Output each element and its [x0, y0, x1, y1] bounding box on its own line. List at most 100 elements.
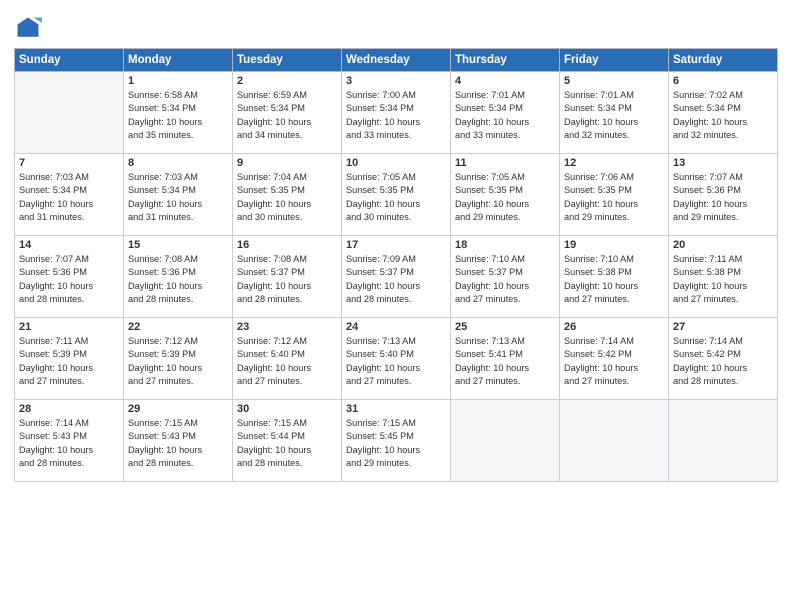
day-number: 19 [564, 239, 664, 251]
calendar-cell: 22Sunrise: 7:12 AM Sunset: 5:39 PM Dayli… [124, 318, 233, 400]
day-number: 7 [19, 157, 119, 169]
day-number: 2 [237, 75, 337, 87]
day-number: 15 [128, 239, 228, 251]
calendar-cell: 25 Sunrise: 7:13 AM Sunset: 5:41 PM Dayli… [451, 318, 560, 400]
calendar-container: SundayMondayTuesdayWednesdayThursdayFrid… [0, 0, 792, 612]
day-number: 10 [346, 157, 446, 169]
day-number: 12 [564, 157, 664, 169]
calendar-cell: 14 Sunrise: 7:07 AM Sunset: 5:36 PM Dayli… [15, 236, 124, 318]
calendar-cell [15, 72, 124, 154]
day-info: Sunrise: 7:11 AM Sunset: 5:39 PM Dayligh… [19, 335, 119, 388]
day-info: Sunrise: 7:12 AM Sunset: 5:40 PM Dayligh… [237, 335, 337, 388]
day-number: 26 [564, 321, 664, 333]
day-info: Sunrise: 7:13 AM Sunset: 5:40 PM Dayligh… [346, 335, 446, 388]
day-info: Sunrise: 7:04 AM Sunset: 5:35 PM Dayligh… [237, 171, 337, 224]
day-number: 23 [237, 321, 337, 333]
day-info: Sunrise: 7:14 AM Sunset: 5:43 PM Dayligh… [19, 417, 119, 470]
calendar-cell [669, 400, 778, 482]
calendar-cell: 6 Sunrise: 7:02 AM Sunset: 5:34 PM Daylig… [669, 72, 778, 154]
day-info: Sunrise: 7:13 AM Sunset: 5:41 PM Dayligh… [455, 335, 555, 388]
day-number: 20 [673, 239, 773, 251]
calendar-cell: 18 Sunrise: 7:10 AM Sunset: 5:37 PM Dayli… [451, 236, 560, 318]
day-number: 8 [128, 157, 228, 169]
day-number: 30 [237, 403, 337, 415]
calendar-cell: 26 Sunrise: 7:14 AM Sunset: 5:42 PM Dayli… [560, 318, 669, 400]
weekday-tuesday: Tuesday [233, 49, 342, 72]
calendar-cell: 12 Sunrise: 7:06 AM Sunset: 5:35 PM Dayli… [560, 154, 669, 236]
day-number: 17 [346, 239, 446, 251]
day-number: 18 [455, 239, 555, 251]
week-row-3: 14 Sunrise: 7:07 AM Sunset: 5:36 PM Dayli… [15, 236, 778, 318]
day-number: 1 [128, 75, 228, 87]
header [14, 10, 778, 42]
day-info: Sunrise: 7:05 AM Sunset: 5:35 PM Dayligh… [455, 171, 555, 224]
weekday-header-row: SundayMondayTuesdayWednesdayThursdayFrid… [15, 49, 778, 72]
weekday-saturday: Saturday [669, 49, 778, 72]
day-info: Sunrise: 7:07 AM Sunset: 5:36 PM Dayligh… [19, 253, 119, 306]
calendar-cell: 17 Sunrise: 7:09 AM Sunset: 5:37 PM Dayli… [342, 236, 451, 318]
day-number: 6 [673, 75, 773, 87]
calendar-cell: 16 Sunrise: 7:08 AM Sunset: 5:37 PM Dayli… [233, 236, 342, 318]
day-info: Sunrise: 7:01 AM Sunset: 5:34 PM Dayligh… [455, 89, 555, 142]
calendar-cell: 5Sunrise: 7:01 AM Sunset: 5:34 PM Daylig… [560, 72, 669, 154]
calendar-cell: 19Sunrise: 7:10 AM Sunset: 5:38 PM Dayli… [560, 236, 669, 318]
day-number: 29 [128, 403, 228, 415]
day-number: 24 [346, 321, 446, 333]
calendar-cell: 9 Sunrise: 7:04 AM Sunset: 5:35 PM Daylig… [233, 154, 342, 236]
day-number: 25 [455, 321, 555, 333]
weekday-thursday: Thursday [451, 49, 560, 72]
day-info: Sunrise: 7:01 AM Sunset: 5:34 PM Dayligh… [564, 89, 664, 142]
day-info: Sunrise: 7:03 AM Sunset: 5:34 PM Dayligh… [19, 171, 119, 224]
calendar-cell: 28 Sunrise: 7:14 AM Sunset: 5:43 PM Dayli… [15, 400, 124, 482]
day-info: Sunrise: 7:10 AM Sunset: 5:37 PM Dayligh… [455, 253, 555, 306]
day-info: Sunrise: 7:14 AM Sunset: 5:42 PM Dayligh… [673, 335, 773, 388]
calendar-cell: 15 Sunrise: 7:08 AM Sunset: 5:36 PM Dayli… [124, 236, 233, 318]
calendar-cell [560, 400, 669, 482]
day-info: Sunrise: 7:12 AM Sunset: 5:39 PM Dayligh… [128, 335, 228, 388]
calendar-cell: 27 Sunrise: 7:14 AM Sunset: 5:42 PM Dayli… [669, 318, 778, 400]
day-number: 28 [19, 403, 119, 415]
day-number: 14 [19, 239, 119, 251]
day-info: Sunrise: 7:02 AM Sunset: 5:34 PM Dayligh… [673, 89, 773, 142]
day-number: 31 [346, 403, 446, 415]
calendar-cell: 10Sunrise: 7:05 AM Sunset: 5:35 PM Dayli… [342, 154, 451, 236]
day-info: Sunrise: 7:06 AM Sunset: 5:35 PM Dayligh… [564, 171, 664, 224]
calendar-cell: 30Sunrise: 7:15 AM Sunset: 5:44 PM Dayli… [233, 400, 342, 482]
calendar-cell: 31 Sunrise: 7:15 AM Sunset: 5:45 PM Dayli… [342, 400, 451, 482]
day-info: Sunrise: 7:08 AM Sunset: 5:37 PM Dayligh… [237, 253, 337, 306]
calendar-cell: 1 Sunrise: 6:58 AM Sunset: 5:34 PM Daylig… [124, 72, 233, 154]
weekday-friday: Friday [560, 49, 669, 72]
weekday-wednesday: Wednesday [342, 49, 451, 72]
calendar-cell [451, 400, 560, 482]
day-info: Sunrise: 6:59 AM Sunset: 5:34 PM Dayligh… [237, 89, 337, 142]
day-info: Sunrise: 7:08 AM Sunset: 5:36 PM Dayligh… [128, 253, 228, 306]
calendar-cell: 24 Sunrise: 7:13 AM Sunset: 5:40 PM Dayli… [342, 318, 451, 400]
calendar-cell: 13Sunrise: 7:07 AM Sunset: 5:36 PM Dayli… [669, 154, 778, 236]
day-number: 3 [346, 75, 446, 87]
day-number: 9 [237, 157, 337, 169]
calendar-cell: 4 Sunrise: 7:01 AM Sunset: 5:34 PM Daylig… [451, 72, 560, 154]
calendar-cell: 7 Sunrise: 7:03 AM Sunset: 5:34 PM Daylig… [15, 154, 124, 236]
day-number: 4 [455, 75, 555, 87]
weekday-sunday: Sunday [15, 49, 124, 72]
week-row-5: 28 Sunrise: 7:14 AM Sunset: 5:43 PM Dayli… [15, 400, 778, 482]
week-row-4: 21Sunrise: 7:11 AM Sunset: 5:39 PM Dayli… [15, 318, 778, 400]
calendar-cell: 2 Sunrise: 6:59 AM Sunset: 5:34 PM Daylig… [233, 72, 342, 154]
calendar-table: SundayMondayTuesdayWednesdayThursdayFrid… [14, 48, 778, 482]
day-info: Sunrise: 7:15 AM Sunset: 5:45 PM Dayligh… [346, 417, 446, 470]
calendar-cell: 20 Sunrise: 7:11 AM Sunset: 5:38 PM Dayli… [669, 236, 778, 318]
day-info: Sunrise: 7:00 AM Sunset: 5:34 PM Dayligh… [346, 89, 446, 142]
day-info: Sunrise: 7:09 AM Sunset: 5:37 PM Dayligh… [346, 253, 446, 306]
day-info: Sunrise: 7:11 AM Sunset: 5:38 PM Dayligh… [673, 253, 773, 306]
day-info: Sunrise: 7:14 AM Sunset: 5:42 PM Dayligh… [564, 335, 664, 388]
week-row-2: 7 Sunrise: 7:03 AM Sunset: 5:34 PM Daylig… [15, 154, 778, 236]
calendar-cell: 8Sunrise: 7:03 AM Sunset: 5:34 PM Daylig… [124, 154, 233, 236]
day-info: Sunrise: 7:07 AM Sunset: 5:36 PM Dayligh… [673, 171, 773, 224]
day-info: Sunrise: 6:58 AM Sunset: 5:34 PM Dayligh… [128, 89, 228, 142]
day-number: 16 [237, 239, 337, 251]
weekday-monday: Monday [124, 49, 233, 72]
logo [14, 14, 46, 42]
week-row-1: 1 Sunrise: 6:58 AM Sunset: 5:34 PM Daylig… [15, 72, 778, 154]
day-number: 11 [455, 157, 555, 169]
day-number: 27 [673, 321, 773, 333]
